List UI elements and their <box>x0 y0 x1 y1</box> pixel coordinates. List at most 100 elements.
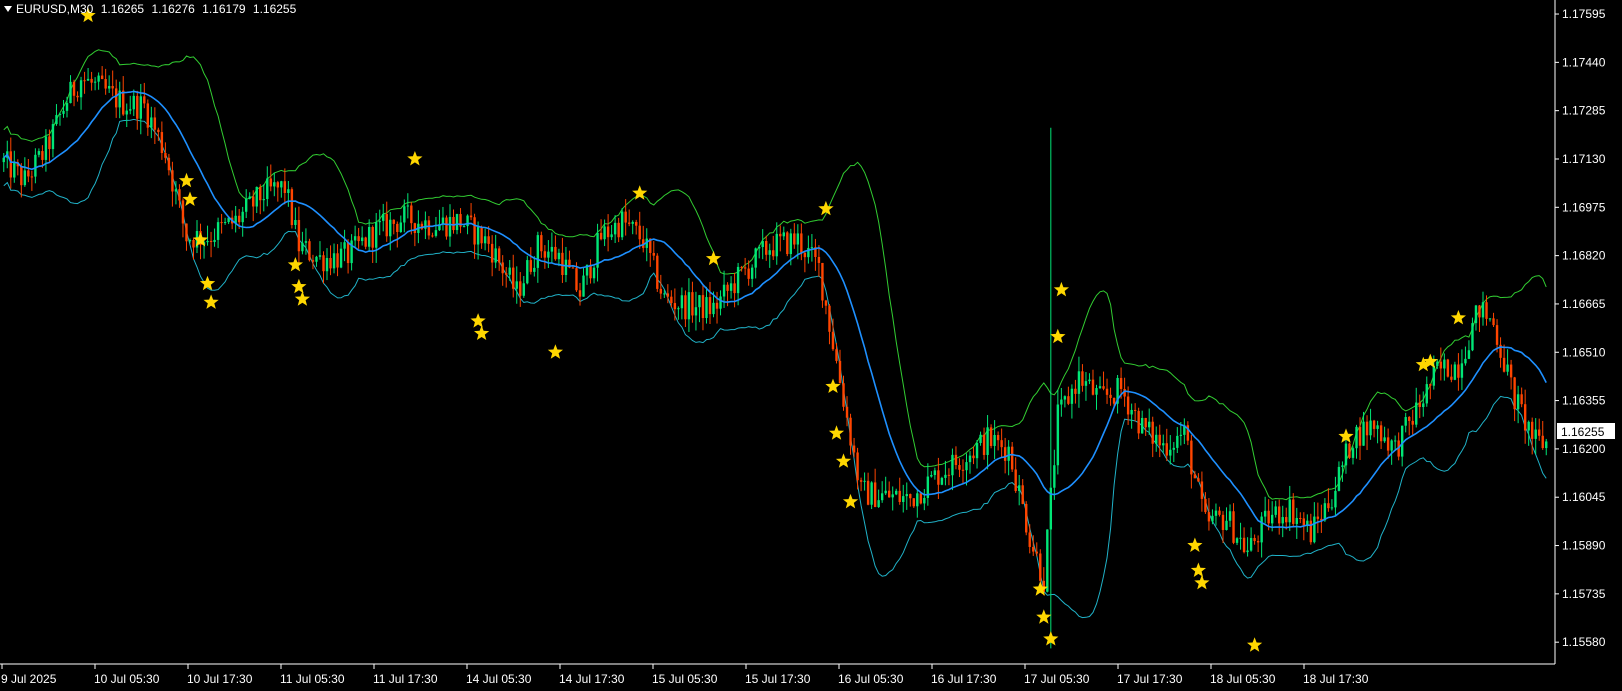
low-value: 1.16179 <box>202 2 246 16</box>
x-tick-label: 11 Jul 17:30 <box>373 672 438 686</box>
current-price-label: 1.16255 <box>1561 425 1605 439</box>
candle-body <box>322 255 325 272</box>
candle-body <box>891 494 894 498</box>
candle-body <box>898 490 901 503</box>
candle-body <box>705 297 708 319</box>
candle-body <box>1302 518 1306 526</box>
candle-body <box>701 295 705 319</box>
high-value: 1.16276 <box>151 2 195 16</box>
candle-body <box>561 252 564 276</box>
y-tick-label: 1.16975 <box>1562 200 1606 214</box>
candle <box>308 238 311 262</box>
candle-body <box>86 78 90 81</box>
candle-body <box>1506 364 1509 372</box>
candle-body <box>1436 361 1439 366</box>
candle-body <box>490 243 494 263</box>
candle-body <box>1137 410 1140 434</box>
candle-body <box>557 252 561 260</box>
candle-body <box>765 241 768 255</box>
candle-body <box>673 303 677 310</box>
candle-body <box>104 79 107 89</box>
candle-body <box>849 417 852 446</box>
candle-body <box>34 154 37 177</box>
candle-body <box>469 215 473 218</box>
candle-body <box>343 242 346 249</box>
candle-body <box>1408 417 1411 421</box>
candle-body <box>44 136 48 160</box>
candle-body <box>1545 441 1548 449</box>
candle-body <box>677 308 680 310</box>
candle-body <box>30 176 34 178</box>
candle-body <box>1148 421 1151 428</box>
dropdown-triangle-icon[interactable] <box>4 6 12 12</box>
candle-body <box>1369 420 1372 436</box>
candle-body <box>497 248 501 263</box>
candle-body <box>62 110 65 114</box>
candle-body <box>1351 448 1355 458</box>
candle-body <box>512 267 515 289</box>
candle-body <box>143 96 146 104</box>
candle-body <box>687 292 691 320</box>
candle-body <box>747 268 750 279</box>
candle-body <box>27 170 30 177</box>
chart-header: EURUSD,M30 1.16265 1.16276 1.16179 1.162… <box>4 2 300 16</box>
candle-body <box>58 113 62 115</box>
candle-body <box>1425 384 1428 404</box>
candle-body <box>624 211 627 223</box>
candle-body <box>1197 478 1200 482</box>
candle-body <box>951 454 954 476</box>
candle-body <box>1295 518 1298 524</box>
candle-body <box>241 211 244 223</box>
x-tick-label: 9 Jul 2025 <box>1 672 57 686</box>
candle-body <box>311 260 315 262</box>
candle-body <box>961 469 965 471</box>
candle-body <box>259 186 262 201</box>
candle-body <box>213 239 216 242</box>
candle <box>1046 529 1049 593</box>
y-tick-label: 1.15890 <box>1562 539 1606 553</box>
candle-body <box>1119 377 1123 389</box>
candle-body <box>1267 510 1270 524</box>
candle-body <box>1246 550 1249 553</box>
candle-body <box>638 225 641 240</box>
candle-body <box>965 462 968 471</box>
x-tick-label: 14 Jul 05:30 <box>466 672 532 686</box>
candle-body <box>635 221 638 226</box>
candle-body <box>719 296 722 309</box>
candle-body <box>919 493 923 504</box>
candle-body <box>51 124 55 150</box>
candle-body <box>1165 443 1168 456</box>
candle-body <box>1077 371 1081 394</box>
price-chart[interactable]: 1.17595 1.17440 1.17285 1.17130 1.16975 1.168… <box>0 0 1622 691</box>
candle-body <box>1204 498 1207 513</box>
candle-body <box>1190 440 1193 475</box>
x-tick-label: 17 Jul 17:30 <box>1117 672 1183 686</box>
candle-body <box>1418 402 1421 408</box>
candle-body <box>627 222 631 224</box>
candle-body <box>884 490 887 494</box>
candle-body <box>722 284 726 297</box>
candle-body <box>494 248 497 263</box>
candle-body <box>406 205 410 207</box>
x-tick-label: 15 Jul 05:30 <box>652 672 718 686</box>
candle-body <box>916 493 919 507</box>
candle-body <box>294 219 297 226</box>
candle-body <box>1081 371 1084 386</box>
candle-body <box>1400 425 1404 457</box>
candle-body <box>1046 529 1049 592</box>
candle-body <box>1348 443 1351 458</box>
candle-body <box>989 427 993 446</box>
x-tick-label: 18 Jul 05:30 <box>1210 672 1276 686</box>
candle-body <box>90 78 93 83</box>
candle-body <box>431 235 434 237</box>
candle <box>919 493 923 505</box>
candle-body <box>1450 376 1453 380</box>
candle-body <box>248 196 251 199</box>
candle-body <box>550 246 554 252</box>
current-price-marker: 1.16255 <box>1557 423 1615 439</box>
candle-body <box>793 233 796 245</box>
candle-body <box>483 236 487 244</box>
candle-body <box>1299 518 1302 520</box>
candle <box>1453 361 1457 381</box>
candle-body <box>223 222 227 224</box>
